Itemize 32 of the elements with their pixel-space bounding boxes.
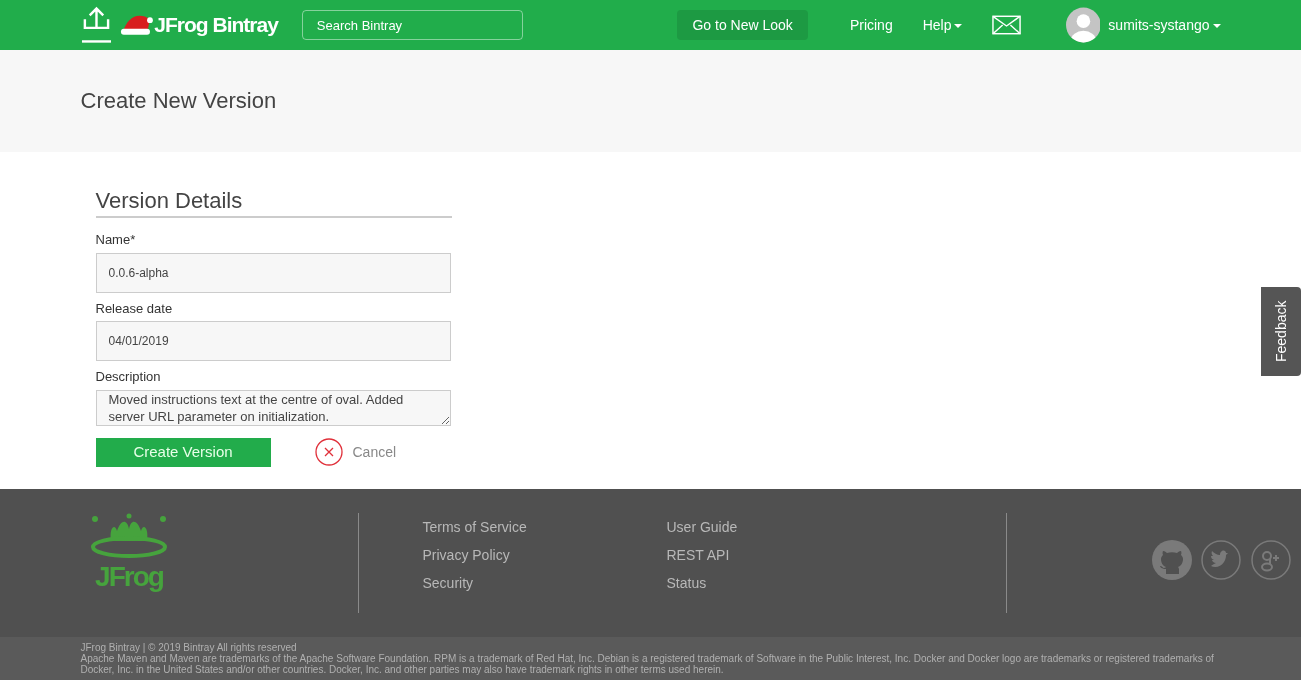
input-field[interactable]: 04/01/2019: [95, 321, 451, 362]
field-label: Release date: [95, 299, 174, 318]
create-version-button[interactable]: Create Version: [95, 437, 271, 467]
footer-link[interactable]: Security: [422, 569, 667, 597]
footer-link[interactable]: Privacy Policy: [422, 541, 667, 569]
github-icon[interactable]: [1151, 540, 1192, 580]
upload-icon[interactable]: [80, 5, 112, 45]
avatar-icon[interactable]: [1065, 7, 1101, 43]
nav-link[interactable]: Pricing: [849, 14, 893, 36]
description-field[interactable]: Moved instructions text at the centre of oval. Added server URL parameter on initialization.: [95, 389, 451, 426]
new-look-button[interactable]: Go to New Look: [677, 10, 808, 40]
google-plus-icon[interactable]: [1249, 540, 1292, 580]
cancel-button[interactable]: Cancel: [346, 440, 403, 464]
footer-link[interactable]: User Guide: [666, 513, 911, 541]
footer-link[interactable]: Terms of Service: [422, 513, 667, 541]
nav-link[interactable]: Help: [922, 14, 963, 36]
twitter-icon[interactable]: [1199, 540, 1242, 580]
section-title: Version Details: [95, 188, 452, 219]
trademark-notice: Apache Maven and Maven are trademarks of the Apache Software Foundation. RPM is a trademark of Red Hat, Inc. Debian is a registered trademark of Software in the Public Interest, Inc. Docker and Docker logo are trademarks or registered trademarks of Docker, Inc. in the United States and/or other countries. Docker, Inc. and other parties may also have trademark rights in other terms used herein.: [80, 653, 1215, 675]
feedback-tab[interactable]: Feedback: [1261, 287, 1301, 376]
footer-link[interactable]: Status: [666, 569, 911, 597]
user-menu[interactable]: sumits-systango: [1108, 14, 1221, 36]
field-label: Description: [95, 368, 162, 387]
jfrog-logo-text: JFrog: [95, 563, 163, 591]
input-field[interactable]: 0.0.6-alpha: [95, 252, 451, 293]
footer-link[interactable]: REST API: [666, 541, 911, 569]
cancel-icon[interactable]: [314, 438, 343, 467]
copyright-text: JFrog Bintray | © 2019 Bintray All rights reserved: [80, 642, 298, 653]
page-title: Create New Version: [80, 87, 277, 115]
field-label: Name*: [95, 231, 137, 250]
mail-icon[interactable]: [992, 15, 1022, 35]
brand-logo-text[interactable]: JFrog Bintray: [154, 9, 278, 41]
